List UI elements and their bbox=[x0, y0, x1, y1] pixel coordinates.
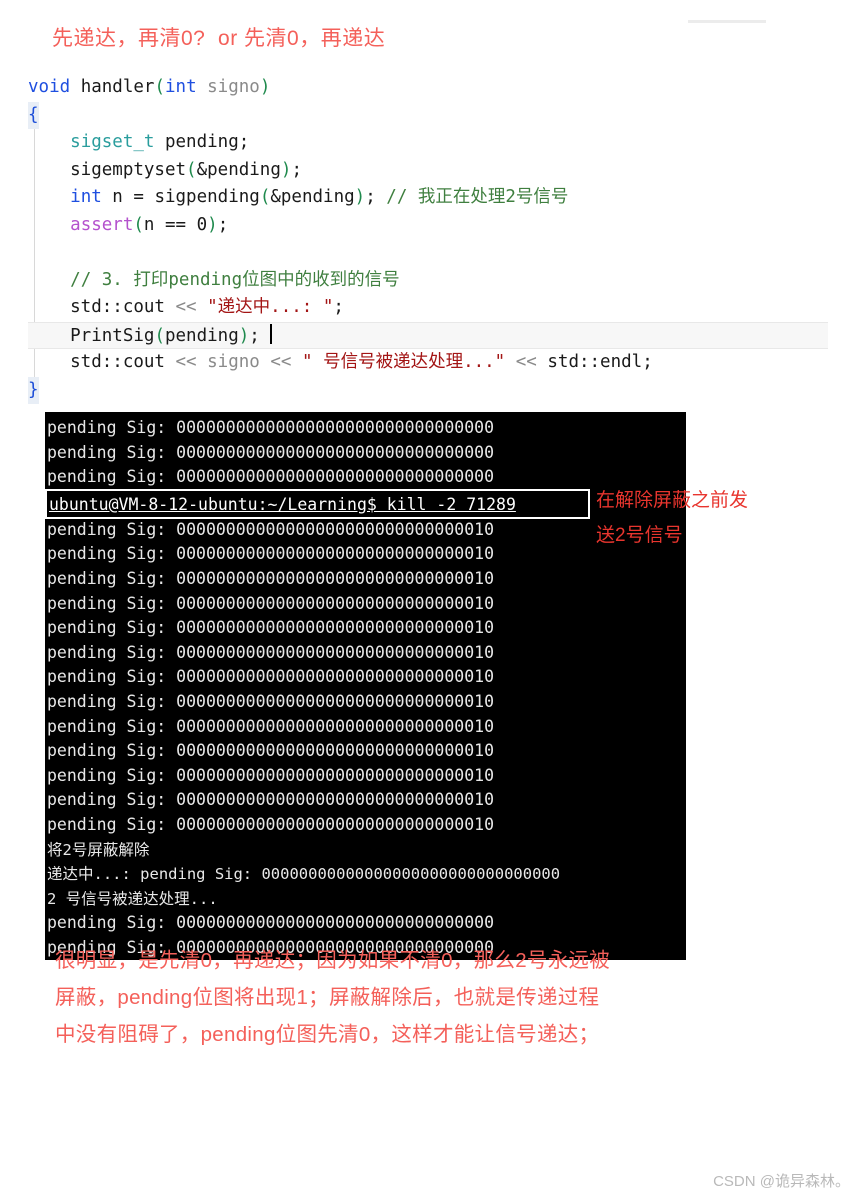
terminal-line: pending Sig: 000000000000000000000000000… bbox=[47, 618, 495, 638]
code-token: sigemptyset bbox=[28, 159, 187, 180]
terminal-line: pending Sig: 000000000000000000000000000… bbox=[47, 642, 495, 662]
terminal-command-text: ubuntu@VM-8-12-ubuntu:~/Learning$ kill -… bbox=[49, 494, 516, 514]
code-token: handler bbox=[70, 77, 155, 97]
code-token: ( bbox=[154, 325, 165, 346]
code-token: // 我正在处理2号信号 bbox=[386, 187, 569, 207]
code-token: &pending bbox=[270, 187, 355, 207]
code-token: } bbox=[28, 376, 39, 404]
code-token: pending bbox=[164, 325, 239, 346]
code-line: { bbox=[28, 101, 828, 129]
code-token: " 号信号被递达处理..." bbox=[302, 352, 506, 372]
code-token: ) bbox=[238, 325, 250, 346]
terminal-line: pending Sig: 000000000000000000000000000… bbox=[47, 519, 495, 539]
code-token: << bbox=[175, 352, 197, 372]
code-token: ; bbox=[333, 297, 344, 317]
code-token: void bbox=[28, 77, 71, 97]
code-token: 0 bbox=[196, 214, 208, 235]
side-annotation-note: 在解除屏蔽之前发 送2号信号 bbox=[596, 490, 749, 546]
code-token: ) bbox=[280, 159, 292, 180]
code-token: ) bbox=[207, 214, 218, 235]
terminal-line: pending Sig: 000000000000000000000000000… bbox=[47, 716, 495, 736]
code-line: void handler(int signo) bbox=[28, 74, 828, 102]
code-line: assert(n == 0); bbox=[28, 212, 828, 240]
code-token: ) bbox=[354, 187, 366, 207]
code-token: signo bbox=[196, 77, 260, 97]
code-token: pending; bbox=[154, 132, 250, 152]
code-token: signo bbox=[207, 352, 260, 372]
code-token: ( bbox=[133, 214, 144, 235]
terminal-window: pending Sig: 000000000000000000000000000… bbox=[45, 412, 686, 961]
terminal-line: 递达中...: pending Sig: 0000000000000000000… bbox=[47, 865, 561, 884]
code-token: ( bbox=[186, 159, 197, 180]
terminal-line: pending Sig: 000000000000000000000000000… bbox=[47, 667, 495, 687]
terminal-line: pending Sig: 000000000000000000000000000… bbox=[47, 442, 495, 462]
code-token: // 3. 打印pending位图中的收到的信号 bbox=[70, 269, 400, 290]
terminal-line: pending Sig: 000000000000000000000000000… bbox=[47, 741, 495, 761]
terminal-command-highlight: ubuntu@VM-8-12-ubuntu:~/Learning$ kill -… bbox=[45, 488, 686, 519]
terminal-line: pending Sig: 000000000000000000000000000… bbox=[47, 467, 495, 487]
code-line: sigemptyset(&pending); bbox=[28, 157, 828, 185]
csdn-watermark: CSDN @诡异森林。 bbox=[713, 1173, 850, 1190]
terminal-line: 将2号屏蔽解除 bbox=[47, 840, 150, 859]
code-block: void handler(int signo){ sigset_t pendin… bbox=[28, 74, 828, 404]
page-title-annotation: 先递达，再清0? or 先清0，再递达 bbox=[52, 27, 386, 50]
code-token: int bbox=[70, 187, 102, 207]
code-token: ; bbox=[249, 325, 271, 346]
code-line: } bbox=[28, 376, 828, 404]
terminal-line: pending Sig: 000000000000000000000000000… bbox=[47, 593, 495, 613]
code-token: ( bbox=[259, 187, 271, 207]
code-token: std::endl; bbox=[536, 352, 653, 372]
terminal-line: pending Sig: 000000000000000000000000000… bbox=[47, 765, 495, 785]
code-token: sigset_t bbox=[70, 132, 155, 152]
code-token: ; bbox=[217, 214, 229, 235]
terminal-line: pending Sig: 000000000000000000000000000… bbox=[47, 913, 495, 933]
terminal-output: pending Sig: 000000000000000000000000000… bbox=[45, 416, 686, 961]
terminal-line: pending Sig: 000000000000000000000000000… bbox=[47, 814, 495, 834]
code-line: std::cout << "递达中...: "; bbox=[28, 294, 828, 322]
text-cursor bbox=[270, 323, 273, 344]
code-token: << bbox=[515, 352, 537, 372]
terminal-line: pending Sig: 000000000000000000000000000… bbox=[47, 418, 495, 437]
code-token: assert bbox=[70, 214, 134, 235]
code-token: n = sigpending bbox=[101, 187, 260, 207]
code-token: PrintSig bbox=[28, 325, 155, 346]
terminal-line: 2 号信号被递达处理... bbox=[47, 889, 218, 908]
code-token: std::cout bbox=[28, 297, 176, 317]
code-line: // 3. 打印pending位图中的收到的信号 bbox=[28, 267, 828, 295]
code-token: "递达中...: " bbox=[207, 297, 334, 317]
code-token: int bbox=[165, 77, 197, 97]
conclusion-annotation-note: 很明显，是先清0，再递达；因为如果不清0，那么2号永远被 屏蔽，pending位… bbox=[55, 949, 611, 1046]
terminal-line: pending Sig: 000000000000000000000000000… bbox=[47, 790, 495, 810]
code-token: n == bbox=[143, 214, 197, 235]
code-token: std::cout bbox=[28, 352, 176, 372]
code-line: int n = sigpending(&pending); // 我正在处理2号… bbox=[28, 184, 828, 212]
code-token: ; bbox=[365, 187, 387, 207]
code-token: ; bbox=[291, 159, 302, 180]
code-token: ) bbox=[259, 77, 271, 97]
code-token: ( bbox=[154, 77, 165, 97]
terminal-line: pending Sig: 000000000000000000000000000… bbox=[47, 544, 495, 564]
code-token: << bbox=[175, 297, 197, 317]
code-line: PrintSig(pending); bbox=[28, 321, 828, 349]
code-token: << bbox=[270, 352, 292, 372]
top-divider-rule bbox=[688, 20, 766, 23]
code-token: &pending bbox=[196, 159, 281, 180]
terminal-line: pending Sig: 000000000000000000000000000… bbox=[47, 568, 495, 588]
terminal-line: pending Sig: 000000000000000000000000000… bbox=[47, 691, 495, 711]
code-token: { bbox=[28, 101, 39, 129]
code-line: std::cout << signo << " 号信号被递达处理..." << … bbox=[28, 349, 828, 377]
code-line: sigset_t pending; bbox=[28, 129, 828, 157]
